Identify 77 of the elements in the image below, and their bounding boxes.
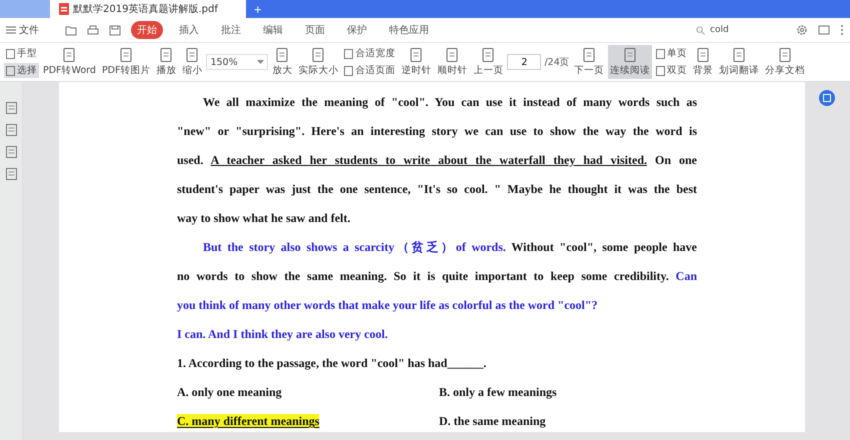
document-icon bbox=[310, 47, 326, 63]
text-line: I can. And I think they are also very cool. bbox=[177, 326, 389, 343]
toolbar-button[interactable]: 单页 bbox=[654, 46, 689, 61]
save-icon[interactable] bbox=[109, 24, 121, 36]
menu-tab[interactable]: 页面 bbox=[299, 21, 331, 39]
page-number-field[interactable]: 2 bbox=[507, 54, 542, 70]
menu-tab[interactable]: 插入 bbox=[173, 21, 205, 39]
sidebar-panel-icon[interactable] bbox=[6, 168, 16, 180]
text-line: no words to show the same meaning. So it is quite important to keep some credibility. Can bbox=[177, 268, 697, 285]
document-icon bbox=[480, 47, 496, 63]
window-icon[interactable] bbox=[818, 24, 830, 36]
toolbar-button[interactable]: 逆时针 bbox=[399, 45, 434, 79]
file-menu[interactable]: 文件 bbox=[6, 23, 39, 37]
toolbar-button[interactable]: 背景 bbox=[690, 45, 715, 79]
printer-icon[interactable] bbox=[87, 24, 99, 36]
settings-icon[interactable] bbox=[796, 24, 808, 36]
sidebar-panel-icon[interactable] bbox=[6, 146, 16, 158]
menu-tab[interactable]: 特色应用 bbox=[383, 21, 435, 39]
menu-tab[interactable]: 保护 bbox=[341, 21, 373, 39]
document-icon bbox=[622, 47, 638, 63]
toolbar-button[interactable]: 合适页面 bbox=[342, 63, 398, 78]
file-tab[interactable]: 默默学2019英语真题讲解版.pdf bbox=[50, 0, 246, 18]
sidebar-panel-icon[interactable] bbox=[6, 102, 16, 114]
toolbar-button[interactable]: 划词翻译 bbox=[716, 45, 761, 79]
document-icon bbox=[158, 47, 174, 63]
pdf-file-icon bbox=[58, 3, 70, 15]
toolbar-button[interactable]: 缩小 bbox=[180, 45, 204, 79]
question-text: 1. According to the passage, the word "cool" has had______. bbox=[177, 355, 488, 372]
search-icon bbox=[696, 26, 705, 34]
dropdown-caret-icon bbox=[257, 60, 264, 64]
document-icon bbox=[730, 47, 747, 63]
toolbar-button[interactable]: 上一页 bbox=[471, 45, 506, 79]
document-icon bbox=[61, 47, 78, 63]
menu-tab[interactable]: 编辑 bbox=[257, 21, 289, 39]
search-input[interactable]: cold bbox=[708, 24, 782, 36]
text-line: student's paper was just the one sentence, "It's so cool. " Maybe he thought it was the best bbox=[177, 181, 697, 198]
toolbar-button[interactable]: 手型 bbox=[4, 46, 39, 61]
document-icon bbox=[184, 47, 200, 63]
toolbar-button[interactable]: 合适宽度 bbox=[342, 46, 398, 61]
text-line: used. A teacher asked her students to write about the waterfall they had visited. On one bbox=[177, 152, 697, 169]
document-icon bbox=[694, 47, 711, 63]
toolbar-button[interactable]: 实际大小 bbox=[296, 45, 340, 79]
text-line: But the story also shows a scarcity（贫乏）of words. Without "cool", some people have bbox=[202, 239, 697, 256]
answer-option: D. the same meaning bbox=[439, 414, 546, 428]
toolbar-button[interactable]: 顺时针 bbox=[435, 45, 470, 79]
app-badge-icon[interactable] bbox=[819, 90, 835, 106]
toolbar-button[interactable]: 选择 bbox=[4, 63, 39, 78]
document-icon bbox=[118, 47, 134, 63]
new-tab-button[interactable]: + bbox=[246, 0, 270, 18]
document-icon bbox=[408, 47, 424, 63]
text-line: "new" or "surprising". Here's an interesting story we can use to show the way the word is bbox=[177, 123, 697, 140]
text-line: you think of many other words that make your life as colorful as the word "cool"? bbox=[177, 297, 599, 314]
toolbar-button[interactable]: 连续阅读 bbox=[608, 45, 652, 79]
page-total: /24页 bbox=[544, 56, 570, 68]
search-field[interactable]: cold bbox=[696, 24, 786, 36]
zoom-dropdown[interactable]: 150% bbox=[206, 54, 268, 70]
text-line: We all maximize the meaning of "cool". You can use it instead of many words such as bbox=[202, 94, 697, 111]
toolbar-button[interactable]: 分享文档 bbox=[762, 45, 807, 79]
menu-tab[interactable]: 批注 bbox=[215, 21, 247, 39]
menu-icon bbox=[6, 26, 16, 34]
document-icon bbox=[580, 47, 597, 63]
more-icon[interactable] bbox=[840, 24, 844, 36]
toolbar-button[interactable]: PDF转图片 bbox=[100, 45, 152, 79]
answer-option: B. only a few meanings bbox=[439, 385, 557, 399]
toolbar-button[interactable]: 下一页 bbox=[572, 45, 606, 79]
sidebar-panel-icon[interactable] bbox=[6, 124, 16, 136]
document-icon bbox=[274, 47, 290, 63]
toolbar-button[interactable]: 放大 bbox=[270, 45, 294, 79]
toolbar-button[interactable]: 双页 bbox=[654, 63, 689, 78]
answer-option: A. only one meaning bbox=[177, 385, 282, 399]
toolbar-button[interactable]: 播放 bbox=[154, 45, 178, 79]
menu-tab[interactable]: 开始 bbox=[131, 21, 163, 39]
text-line: way to show what he saw and felt. bbox=[177, 210, 352, 227]
document-icon bbox=[444, 47, 460, 63]
document-icon bbox=[776, 47, 793, 63]
toolbar-button[interactable]: PDF转Word bbox=[41, 45, 98, 79]
folder-icon[interactable] bbox=[65, 24, 77, 36]
